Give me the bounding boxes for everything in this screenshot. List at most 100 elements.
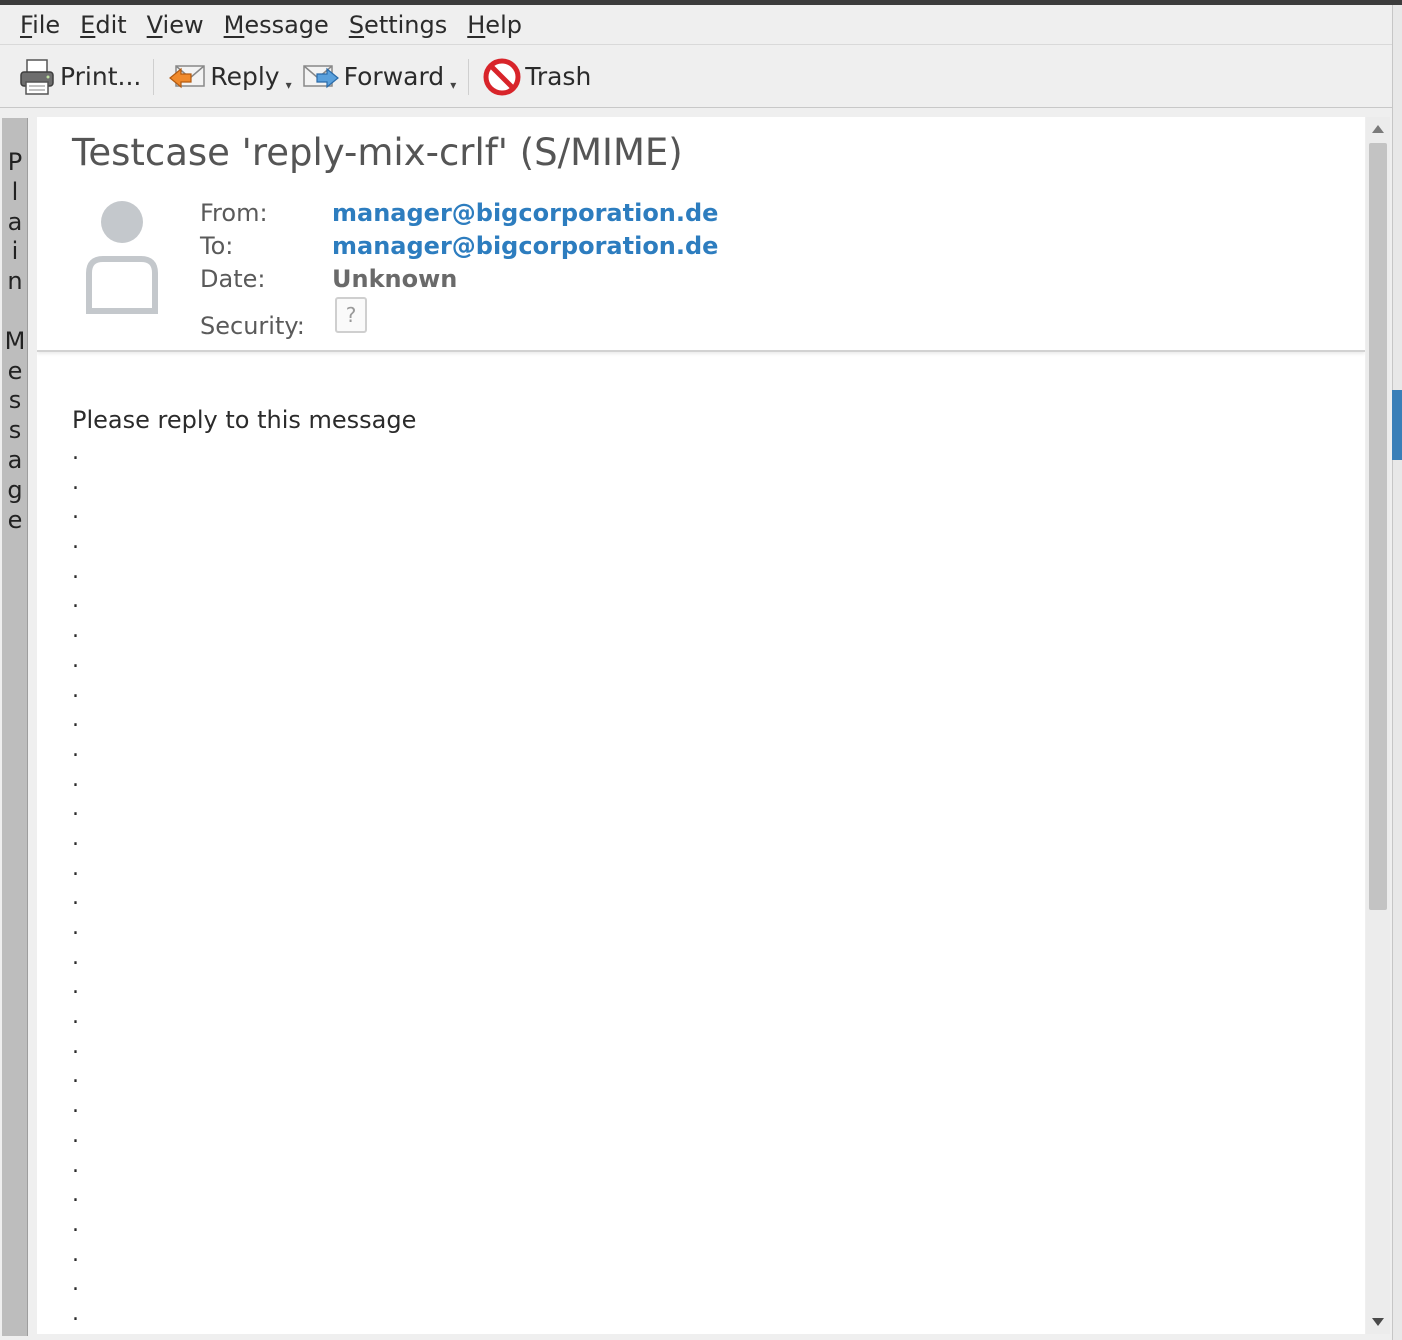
forward-icon	[300, 56, 342, 98]
side-tab-letter: g	[7, 475, 23, 504]
from-label: From:	[200, 199, 268, 227]
side-tab-letter: a	[7, 445, 23, 474]
forward-dropdown-arrow[interactable]: ▾	[450, 78, 456, 92]
menu-settings[interactable]: Settings	[339, 5, 457, 45]
side-tab-letter: e	[7, 356, 23, 385]
side-tab-letter: i	[11, 237, 19, 266]
body-dot-line: .	[72, 647, 79, 673]
toolbar: Print... Reply ▾ Forward ▾ Trash	[0, 46, 1392, 108]
menu-file[interactable]: File	[10, 5, 70, 45]
body-dot-line: .	[72, 558, 79, 584]
toolbar-separator	[468, 58, 470, 95]
side-tab-letter: M	[4, 326, 26, 355]
body-dot-line: .	[72, 707, 79, 733]
menu-help-mnemonic: H	[467, 10, 486, 39]
menu-file-label: ile	[32, 10, 61, 39]
message-header: Testcase 'reply-mix-crlf' (S/MIME) From:…	[37, 117, 1365, 352]
menu-view-mnemonic: V	[146, 10, 163, 39]
body-text-line: Please reply to this message	[72, 406, 417, 434]
body-dot-line: .	[72, 529, 79, 555]
reply-button-label: Reply	[210, 62, 280, 91]
body-dot-line: .	[72, 885, 79, 911]
toolbar-separator	[153, 58, 155, 95]
forward-button-label: Forward	[343, 62, 445, 91]
menu-message[interactable]: Message	[214, 5, 339, 45]
body-dot-line: .	[72, 1211, 79, 1237]
forward-button[interactable]: Forward ▾	[296, 52, 461, 102]
body-dot-line: .	[72, 915, 79, 940]
menu-settings-mnemonic: S	[348, 10, 365, 39]
body-dot-line: .	[72, 1063, 79, 1089]
side-tab-label: Plain Message	[2, 148, 28, 535]
body-dot-line: .	[72, 1093, 79, 1119]
side-tab-letter: s	[8, 386, 22, 415]
from-address-link[interactable]: manager@bigcorporation.de	[332, 199, 718, 227]
body-dot-line: .	[72, 1182, 79, 1208]
body-dot-line: .	[72, 944, 79, 970]
menu-help[interactable]: Help	[457, 5, 532, 45]
date-label: Date:	[200, 265, 266, 293]
window-right-edge	[1392, 5, 1402, 1340]
body-dot-line: .	[72, 588, 79, 614]
body-dot-line: .	[72, 1152, 79, 1178]
message-body: Please reply to this message ...........…	[72, 402, 1332, 1329]
message-viewer: Testcase 'reply-mix-crlf' (S/MIME) From:…	[37, 117, 1365, 1334]
date-value: Unknown	[332, 265, 458, 293]
reply-dropdown-arrow[interactable]: ▾	[286, 78, 292, 92]
side-tab-letter: l	[11, 177, 19, 206]
body-dot-line: .	[72, 618, 79, 644]
contact-avatar-icon	[85, 199, 159, 315]
security-unknown-icon[interactable]: ?	[335, 297, 367, 333]
trash-button[interactable]: Trash	[477, 52, 595, 102]
body-dot-line: .	[72, 825, 79, 851]
message-subject: Testcase 'reply-mix-crlf' (S/MIME)	[72, 131, 683, 174]
vertical-scrollbar[interactable]	[1366, 117, 1390, 1334]
to-label: To:	[200, 232, 234, 260]
body-dot-line: .	[72, 1271, 79, 1297]
body-dot-line: .	[72, 855, 79, 881]
print-button[interactable]: Print...	[12, 52, 145, 102]
window-edge-accent	[1392, 390, 1402, 460]
body-dot-line: .	[72, 736, 79, 762]
menu-settings-label: ettings	[364, 10, 448, 39]
print-button-label: Print...	[60, 62, 142, 91]
reply-button[interactable]: Reply ▾	[162, 52, 295, 102]
scrollbar-thumb[interactable]	[1369, 143, 1387, 910]
security-label: Security:	[200, 312, 305, 340]
body-dot-line: .	[72, 677, 79, 703]
plain-message-side-tab[interactable]: Plain Message	[2, 118, 28, 1336]
body-dot-line: .	[72, 1004, 79, 1030]
body-dot-line: .	[72, 796, 79, 822]
menu-message-label: essage	[244, 10, 329, 39]
body-dot-lines: ..............................	[72, 438, 1332, 1329]
body-dot-line: .	[72, 766, 79, 792]
trash-icon	[481, 56, 523, 98]
side-tab-letter: e	[7, 505, 23, 534]
menu-view-label: iew	[162, 10, 204, 39]
menu-message-mnemonic: M	[223, 10, 245, 39]
body-dot-line: .	[72, 1033, 79, 1059]
scroll-up-arrow[interactable]	[1372, 125, 1384, 133]
body-dot-line: .	[72, 499, 79, 525]
printer-icon	[16, 56, 58, 98]
trash-button-label: Trash	[525, 62, 592, 91]
menu-edit-mnemonic: E	[80, 10, 96, 39]
body-dot-line: .	[72, 974, 79, 1000]
menu-file-mnemonic: F	[20, 10, 33, 39]
body-dot-line: .	[72, 440, 79, 465]
side-tab-letter: s	[8, 416, 22, 445]
menu-view[interactable]: View	[137, 5, 214, 45]
menu-edit[interactable]: Edit	[70, 5, 136, 45]
side-tab-letter: P	[7, 148, 23, 176]
scroll-down-arrow[interactable]	[1372, 1318, 1384, 1326]
body-dot-line: .	[72, 1122, 79, 1148]
reply-icon	[166, 56, 208, 98]
side-tab-letter: n	[7, 267, 23, 296]
menu-edit-label: dit	[95, 10, 127, 39]
menubar: File Edit View Message Settings Help	[0, 5, 1392, 45]
body-dot-line: .	[72, 1300, 79, 1326]
to-address-link[interactable]: manager@bigcorporation.de	[332, 232, 718, 260]
menu-help-label: elp	[485, 10, 522, 39]
side-tab-letter: a	[7, 207, 23, 236]
body-dot-line: .	[72, 469, 79, 495]
